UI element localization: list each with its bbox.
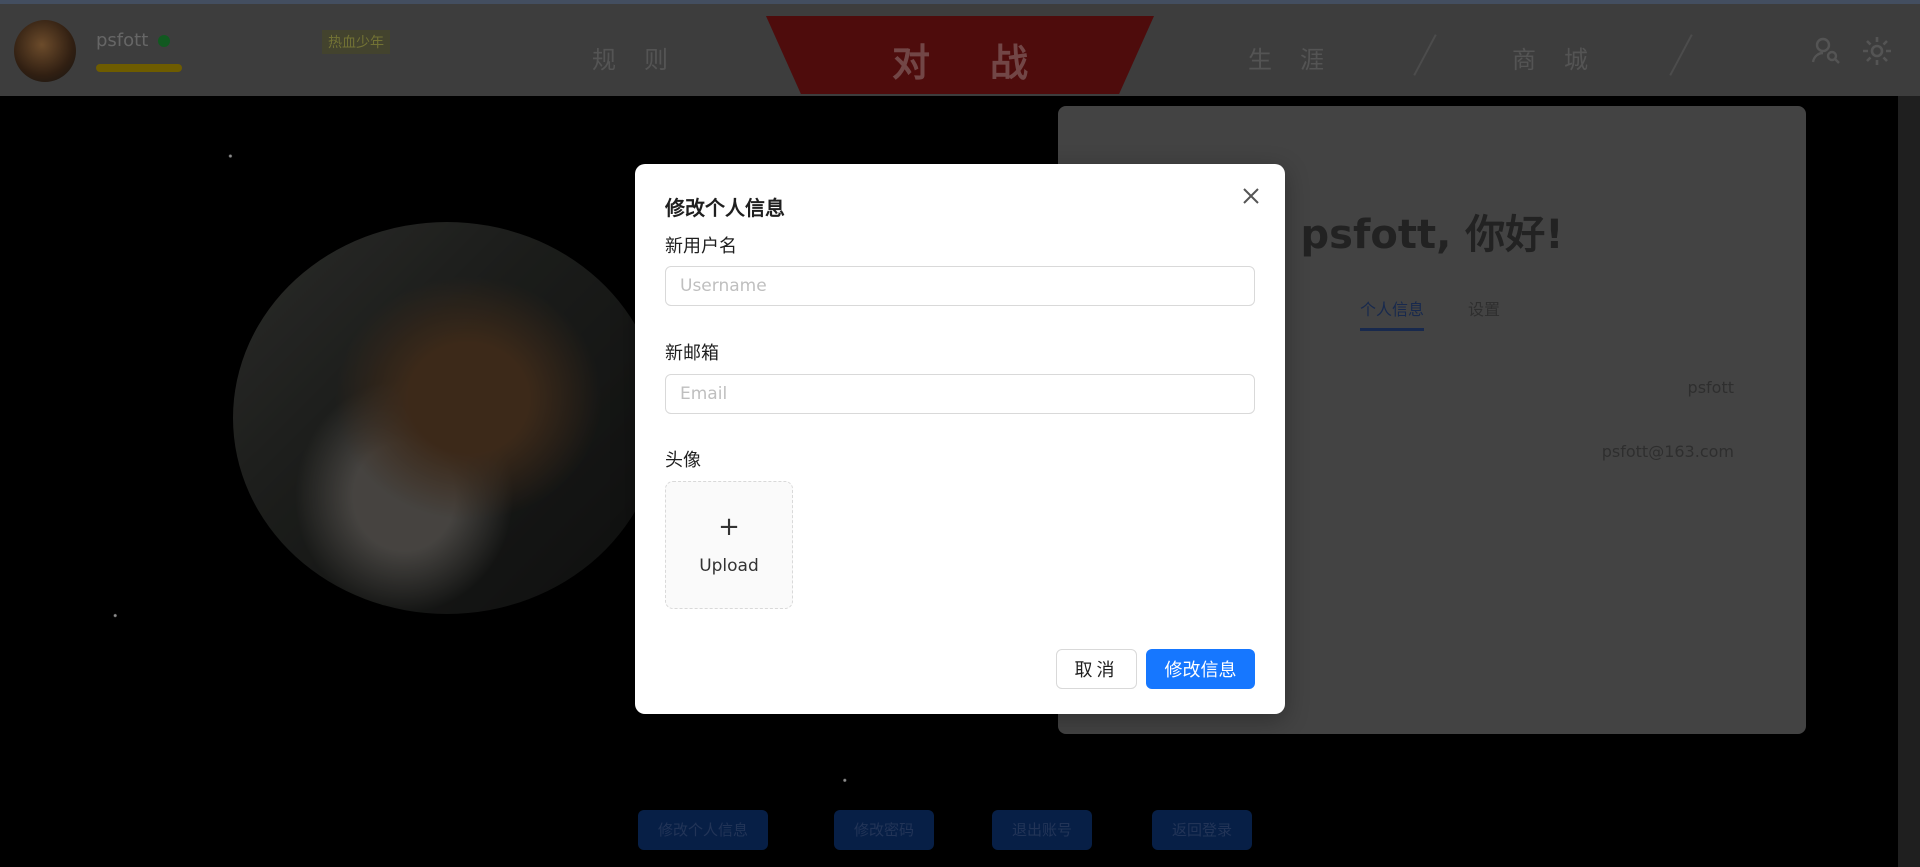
username-label: 新用户名: [665, 236, 737, 257]
plus-icon: +: [718, 512, 740, 542]
email-label: 新邮箱: [665, 343, 719, 364]
username-input[interactable]: [665, 266, 1255, 306]
submit-button[interactable]: 修改信息: [1146, 649, 1255, 689]
modal-title: 修改个人信息: [665, 196, 785, 220]
cancel-button[interactable]: 取消: [1056, 649, 1137, 689]
close-icon[interactable]: [1238, 183, 1264, 209]
avatar-label: 头像: [665, 450, 701, 471]
email-input[interactable]: [665, 374, 1255, 414]
upload-label: Upload: [699, 556, 759, 576]
edit-profile-modal: 修改个人信息 新用户名 新邮箱 头像 + Upload 取消 修改信息: [635, 164, 1285, 714]
avatar-upload[interactable]: + Upload: [665, 481, 793, 609]
